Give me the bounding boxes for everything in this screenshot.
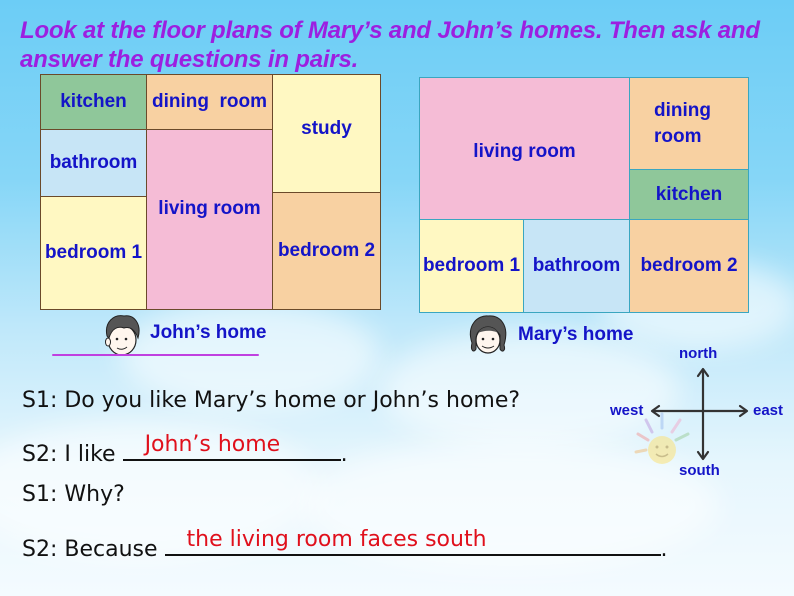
compass-north-label: north xyxy=(679,345,718,362)
compass-south-label: south xyxy=(679,462,720,479)
period: . xyxy=(660,537,668,562)
room-label: living room xyxy=(158,197,261,219)
john-room-dining-room: dining room xyxy=(146,74,273,130)
dialog-line-1: S1: Do you like Mary’s home or John’s ho… xyxy=(22,388,520,413)
john-room-bathroom: bathroom xyxy=(40,129,147,197)
question-text: S1: Do you like Mary’s home or John’s ho… xyxy=(22,388,521,413)
mary-room-bedroom2: bedroom 2 xyxy=(629,219,749,313)
room-label: bathroom xyxy=(532,255,621,276)
room-label: bedroom 1 xyxy=(422,255,521,276)
prompt-text: S2: Because xyxy=(22,537,165,562)
period: . xyxy=(340,442,348,467)
mary-room-bedroom1: bedroom 1 xyxy=(419,219,524,313)
room-label: bathroom xyxy=(49,152,138,173)
john-avatar-icon xyxy=(105,315,140,356)
mary-room-living-room: living room xyxy=(419,77,630,220)
dialog-line-3: S1: Why? xyxy=(22,482,125,507)
mary-avatar-icon xyxy=(470,315,507,354)
mary-room-kitchen: kitchen xyxy=(629,169,749,220)
answer-text-1: John’s home xyxy=(144,432,281,457)
answer-text-2: the living room faces south xyxy=(186,527,487,552)
prompt-text: S2: I like xyxy=(22,442,123,467)
john-room-bedroom1: bedroom 1 xyxy=(40,196,147,310)
john-home-caption: John’s home xyxy=(150,322,267,343)
room-label: kitchen xyxy=(60,91,127,112)
compass-east-label: east xyxy=(753,402,784,419)
question-text: S1: Why? xyxy=(22,482,125,507)
mary-room-dining-room: dining room xyxy=(629,77,749,170)
dialog-line-2: S2: I like John’s home. xyxy=(22,432,348,467)
room-label: room xyxy=(654,126,702,147)
answer-blank-1[interactable]: John’s home xyxy=(122,432,341,461)
dialog-line-4: S2: Because the living room faces south. xyxy=(22,527,668,562)
room-label: bedroom 2 xyxy=(640,255,738,276)
john-room-bedroom2: bedroom 2 xyxy=(272,192,381,310)
mary-room-bathroom: bathroom xyxy=(523,219,630,313)
compass-west-label: west xyxy=(610,402,644,419)
john-room-study: study xyxy=(272,74,381,193)
john-room-kitchen: kitchen xyxy=(40,74,147,130)
room-label: kitchen xyxy=(655,183,723,205)
answer-blank-2[interactable]: the living room faces south xyxy=(164,527,661,556)
room-label: living room xyxy=(473,140,576,162)
room-label: dining xyxy=(654,100,711,121)
purple-underline xyxy=(52,354,259,356)
compass: north south west east xyxy=(600,340,794,490)
room-label: study xyxy=(301,117,352,139)
john-room-living-room: living room xyxy=(146,129,273,310)
room-label: bedroom 2 xyxy=(277,240,376,261)
room-label: bedroom 1 xyxy=(44,242,143,263)
room-label: dining room xyxy=(151,91,268,112)
instruction-title: Look at the floor plans of Mary’s and Jo… xyxy=(20,17,760,73)
